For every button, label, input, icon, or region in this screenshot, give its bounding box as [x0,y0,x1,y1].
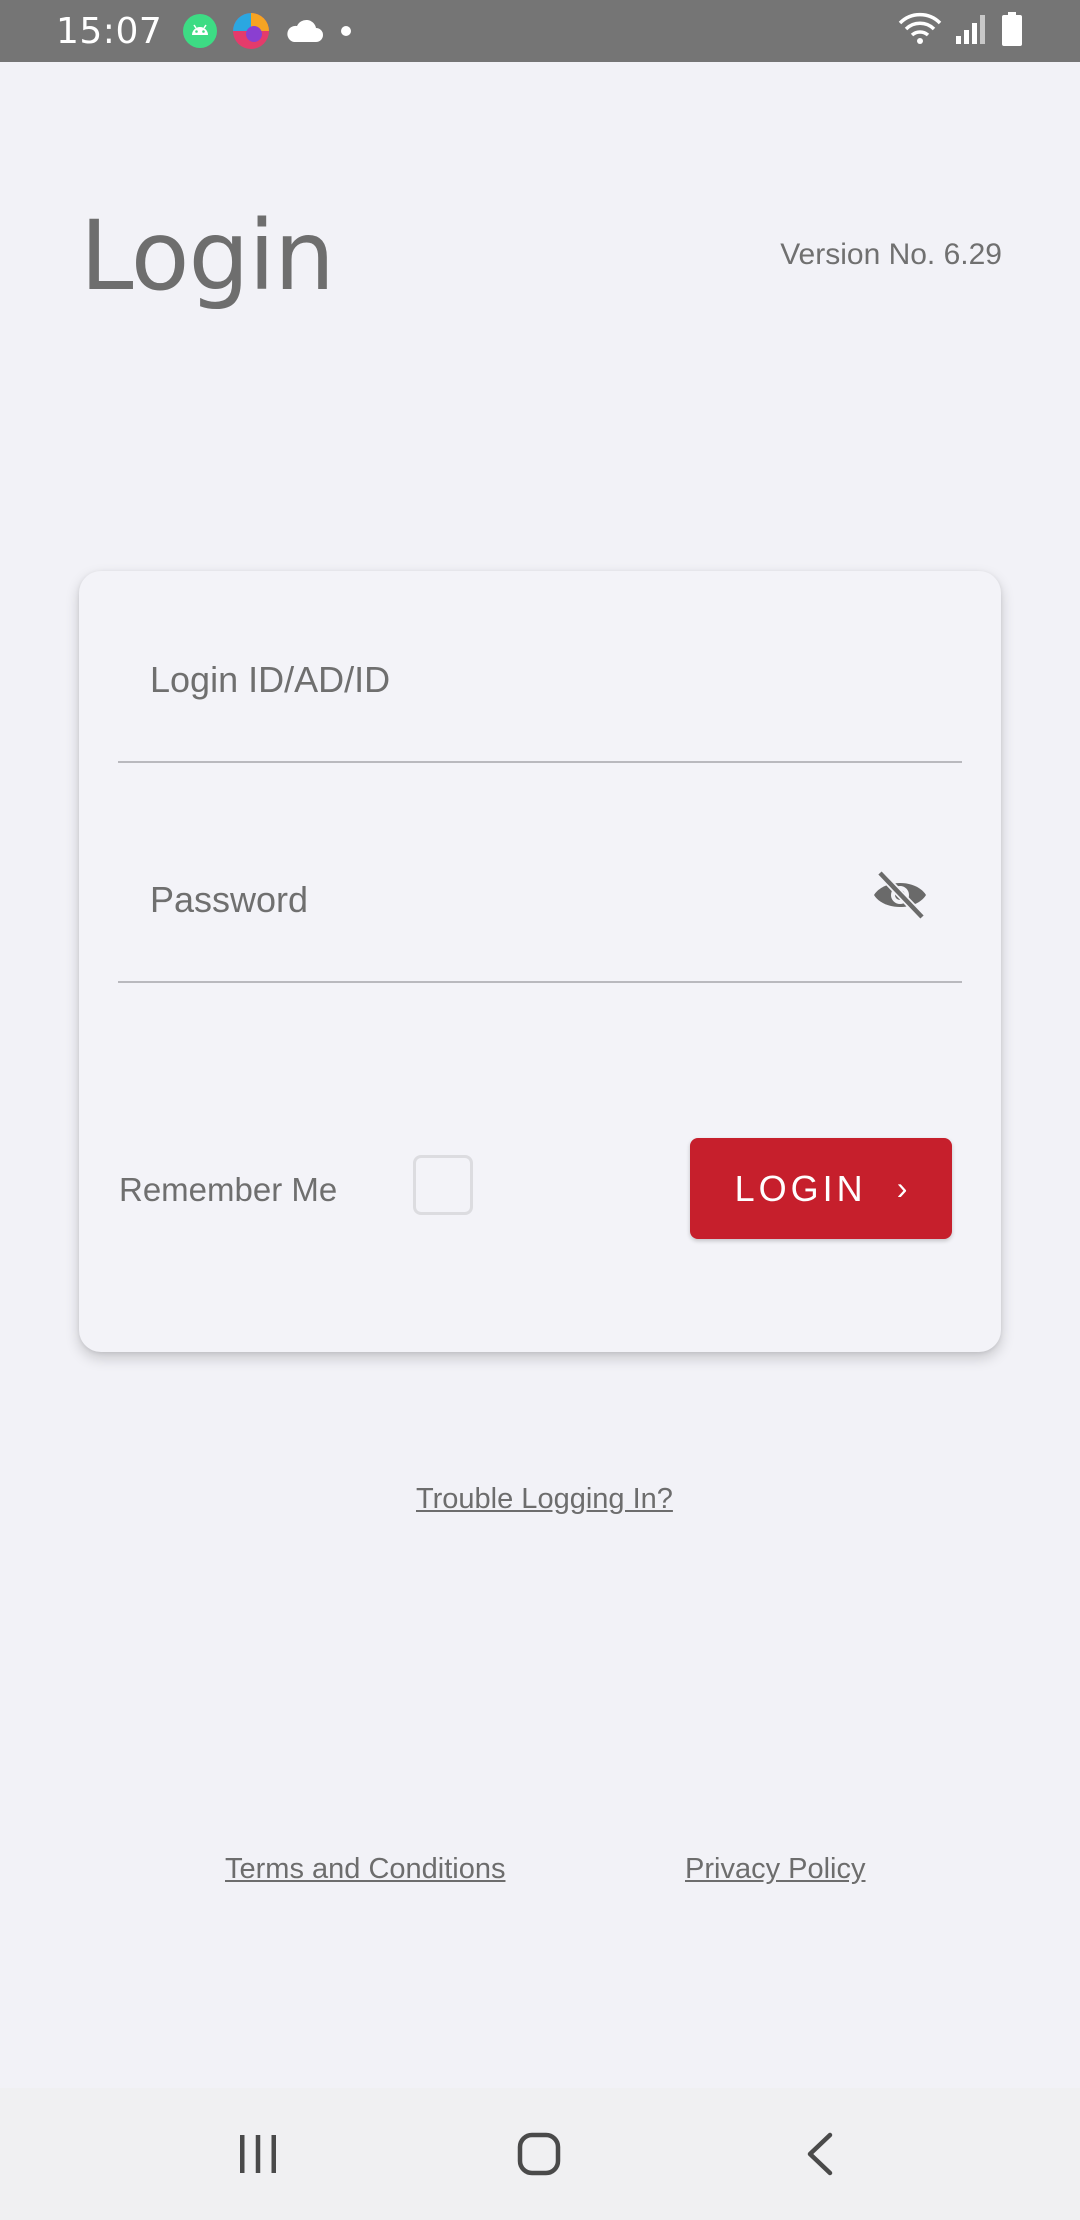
status-time: 15:07 [56,10,163,52]
login-button[interactable]: LOGIN › [690,1138,952,1239]
trouble-logging-in-link[interactable]: Trouble Logging In? [416,1483,673,1516]
eye-off-icon[interactable] [870,865,930,925]
login-card: Remember Me LOGIN › [79,571,1001,1352]
password-input[interactable] [148,871,792,929]
remember-me-label: Remember Me [119,1171,338,1208]
battery-icon [1000,11,1024,52]
cloud-icon [284,16,324,46]
privacy-policy-link[interactable]: Privacy Policy [685,1853,866,1886]
back-icon[interactable] [775,2118,865,2190]
status-bar: 15:07 [0,0,1080,62]
android-icon [182,13,218,49]
login-id-input[interactable] [148,651,872,709]
notification-icons [182,12,354,50]
page-title: Login [80,200,335,312]
terms-and-conditions-link[interactable]: Terms and Conditions [225,1853,505,1886]
signal-icon [954,12,988,51]
system-status-icons [898,11,1024,52]
chevron-right-icon: › [896,1170,908,1206]
dot-icon [338,23,354,39]
password-field-wrapper [118,791,962,983]
login-id-field-wrapper [118,571,962,763]
navigation-bar [0,2088,1080,2220]
login-button-label: LOGIN [734,1167,867,1209]
recents-icon[interactable] [213,2118,303,2190]
wifi-icon [898,11,942,52]
home-icon[interactable] [494,2118,584,2190]
remember-me-checkbox[interactable] [413,1155,473,1215]
colorful-app-icon [232,12,270,50]
version-label: Version No. 6.29 [780,238,1002,271]
